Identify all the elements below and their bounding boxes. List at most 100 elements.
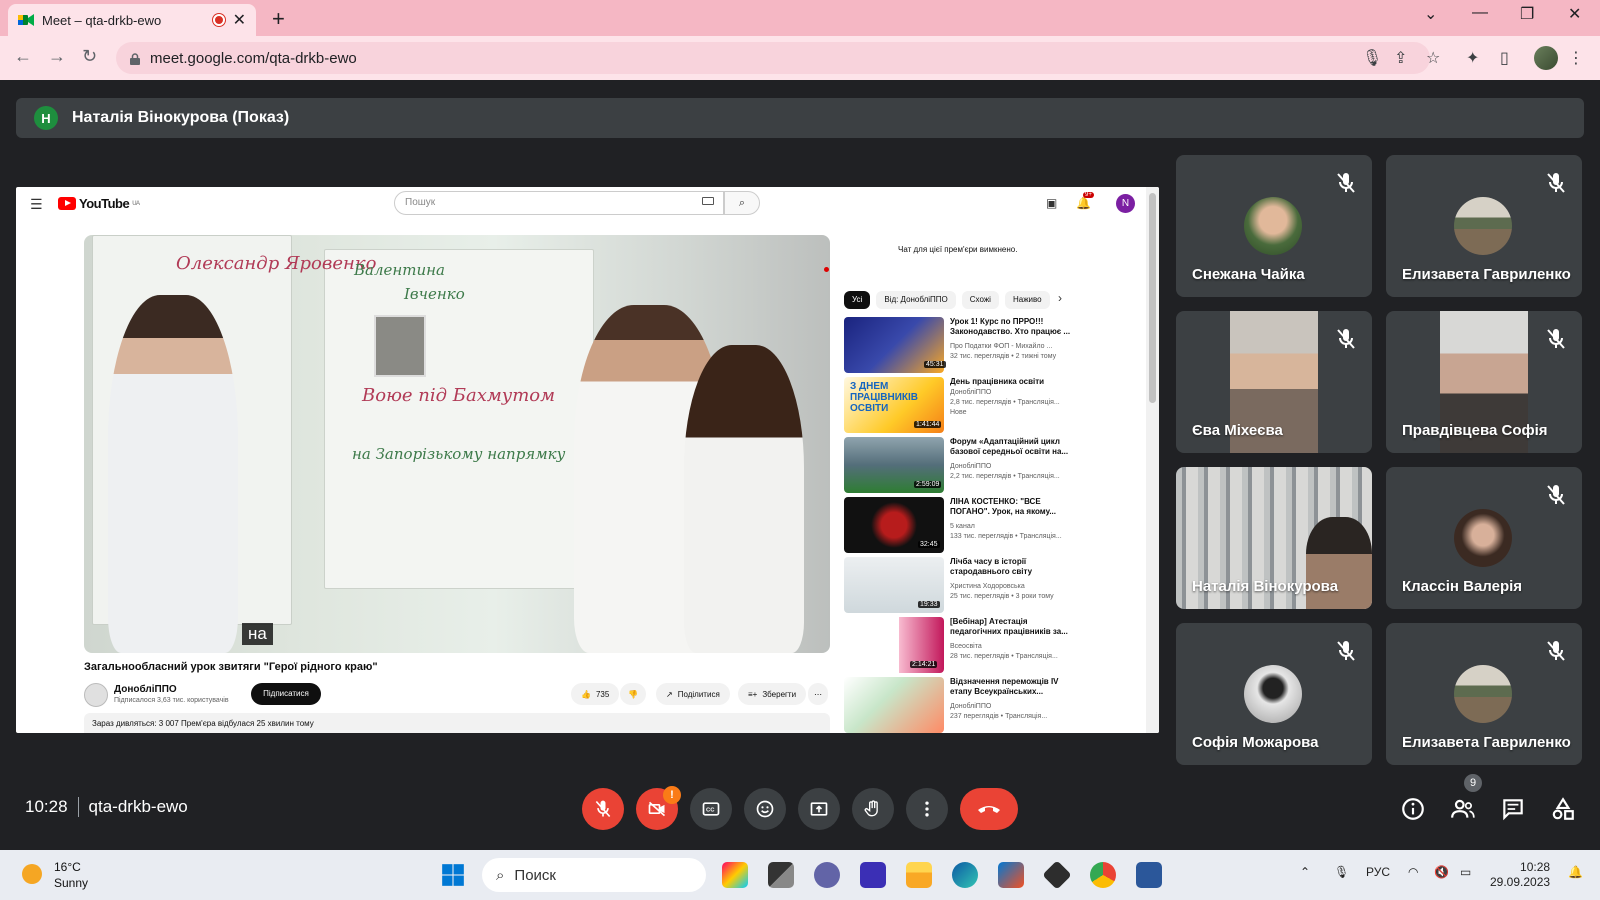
browser-menu-icon[interactable]: ⋮ [1568, 48, 1584, 68]
recommendation-item: 45:31 Урок 1! Курс по ПРРО!!! Законодавс… [844, 317, 1084, 377]
teacher-figure [684, 345, 804, 653]
thumbs-down-icon: 👎 [628, 689, 638, 699]
poster-handwriting: Валентина [354, 261, 445, 279]
notifications-icon[interactable]: 🔔 [1568, 865, 1583, 879]
windows-taskbar: 16°C Sunny ⌕ Поиск ⌃ 🎙 РУС ◠ 🔇 ▭ 10:28 2… [0, 850, 1600, 900]
restore-icon[interactable]: ❐ [1520, 4, 1534, 24]
browser-tab-strip: Meet – qta-drkb-ewo ✕ + ⌄ — ❐ ✕ [0, 0, 1600, 36]
meeting-info: 10:28 qta-drkb-ewo [25, 797, 188, 817]
close-tab-icon[interactable]: ✕ [233, 10, 246, 30]
rec-title: Лічба часу в історії стародавнього світу [950, 557, 1033, 576]
extensions-icon[interactable]: ✦ [1466, 48, 1479, 68]
svg-text:CC: CC [706, 808, 715, 814]
participant-name: Классін Валерія [1402, 578, 1523, 595]
recommendation-item: 32:45 ЛІНА КОСТЕНКО: "ВСЕ ПОГАНО". Урок,… [844, 497, 1084, 557]
weather-condition: Sunny [54, 876, 89, 890]
input-language[interactable]: РУС [1366, 865, 1390, 879]
participant-tile[interactable]: Наталія Вінокурова [1176, 467, 1372, 609]
like-count: 735 [595, 689, 610, 699]
browser-tab-meet[interactable]: Meet – qta-drkb-ewo ✕ [8, 4, 256, 36]
reload-icon[interactable]: ↻ [82, 46, 97, 67]
chip-live: Наживо [1004, 291, 1050, 309]
rec-channel: ДонобліППО [950, 389, 992, 396]
microsoft-store-icon[interactable] [998, 862, 1024, 888]
meeting-details-icon[interactable] [1400, 796, 1426, 822]
subscribe-button: Підписатися [251, 683, 321, 705]
chat-icon[interactable] [1500, 796, 1526, 822]
more-options-button[interactable] [906, 788, 948, 830]
minimize-icon[interactable]: — [1472, 4, 1488, 22]
captions-button[interactable]: CC [690, 788, 732, 830]
participant-tile[interactable]: Правдівцева Софія [1386, 311, 1582, 453]
keyboard-icon [702, 197, 714, 205]
activities-icon[interactable] [1550, 796, 1576, 822]
rec-views: 28 тис. переглядів • Трансляція... [950, 653, 1058, 660]
create-video-icon: ▣ [1046, 196, 1058, 210]
participant-tile[interactable]: Классін Валерія [1386, 467, 1582, 609]
battery-icon[interactable]: ▭ [1460, 865, 1471, 879]
present-screen-button[interactable] [798, 788, 840, 830]
windows-start-icon[interactable] [440, 862, 466, 888]
participant-tile[interactable]: Єва Міхеєва [1176, 311, 1372, 453]
task-view-icon[interactable] [768, 862, 794, 888]
close-window-icon[interactable]: ✕ [1568, 4, 1581, 24]
profile-avatar[interactable] [1534, 46, 1558, 70]
tab-search-icon[interactable]: ⌄ [1424, 4, 1437, 24]
google-meet-icon [18, 13, 34, 27]
mic-muted-icon [1337, 641, 1355, 661]
participant-name: Правдівцева Софія [1402, 422, 1548, 439]
show-hidden-icons-icon[interactable]: ⌃ [1300, 865, 1310, 879]
app-cube-icon[interactable] [1042, 860, 1072, 890]
taskbar-clock[interactable]: 10:28 29.09.2023 [1490, 860, 1550, 890]
rec-new-badge: Нове [950, 409, 967, 416]
people-icon[interactable] [1450, 796, 1476, 822]
taskbar-mic-icon[interactable]: 🎙 [1334, 865, 1349, 879]
address-toolbar: ← → ↻ meet.google.com/qta-drkb-ewo 🎙 ⇪ ☆… [0, 36, 1600, 80]
microphone-icon[interactable]: 🎙 [1362, 48, 1382, 68]
sun-weather-icon[interactable] [22, 864, 42, 884]
rec-views: 25 тис. переглядів • 3 роки тому [950, 593, 1054, 600]
more-dots-icon: ⋯ [814, 689, 822, 699]
copilot-icon[interactable] [722, 862, 748, 888]
bookmark-star-icon[interactable]: ☆ [1426, 48, 1440, 68]
raise-hand-button[interactable] [852, 788, 894, 830]
channel-avatar [84, 683, 108, 707]
poster-handwriting: на Запорізькому напрямку [352, 445, 566, 463]
participant-avatar [1244, 197, 1302, 255]
word-icon[interactable] [1136, 862, 1162, 888]
channel-name: ДонобліППО [114, 684, 177, 695]
forward-icon[interactable]: → [48, 46, 66, 67]
new-tab-icon[interactable]: + [272, 6, 285, 32]
leave-call-button[interactable] [960, 788, 1018, 830]
file-explorer-icon[interactable] [906, 862, 932, 888]
live-dot [824, 267, 829, 272]
reactions-button[interactable] [744, 788, 786, 830]
notifications-bell-icon: 🔔 [1076, 196, 1091, 210]
taskbar-search-box[interactable]: ⌕ Поиск [482, 858, 706, 892]
participant-tile[interactable]: Елизавета Гавриленко [1386, 155, 1582, 297]
recommendations-list: 45:31 Урок 1! Курс по ПРРО!!! Законодавс… [844, 317, 1084, 733]
participant-tile[interactable]: Елизавета Гавриленко [1386, 623, 1582, 765]
back-icon[interactable]: ← [14, 46, 32, 67]
youtube-avatar: N [1116, 194, 1135, 213]
volume-muted-icon[interactable]: 🔇 [1434, 865, 1449, 879]
hand-icon [864, 800, 878, 817]
participant-tile[interactable]: Софія Можарова [1176, 623, 1372, 765]
share-icon[interactable]: ⇪ [1394, 48, 1407, 68]
description-bar: Зараз дивляться: 3 007 Прем'єра відбулас… [84, 713, 830, 733]
math-app-icon[interactable] [860, 862, 886, 888]
side-panel-icon[interactable]: ▯ [1500, 48, 1509, 68]
youtube-search-input: Пошук [394, 191, 724, 215]
teams-chat-icon[interactable] [814, 862, 840, 888]
student-figure [108, 295, 238, 653]
microphone-toggle-button[interactable] [582, 788, 624, 830]
participant-tile[interactable]: Снежана Чайка [1176, 155, 1372, 297]
screen-scrollbar [1146, 187, 1159, 733]
edge-browser-icon[interactable] [952, 862, 978, 888]
search-icon: ⌕ [496, 866, 505, 884]
chrome-icon[interactable] [1090, 862, 1116, 888]
video-duration: 1:41:44 [914, 421, 942, 428]
shared-screen: ☰ YouTube UA Пошук ⌕ ▣ 🔔 9+ N Олександр … [16, 187, 1159, 733]
address-bar[interactable]: meet.google.com/qta-drkb-ewo [116, 42, 1430, 74]
wifi-icon[interactable]: ◠ [1408, 865, 1418, 879]
